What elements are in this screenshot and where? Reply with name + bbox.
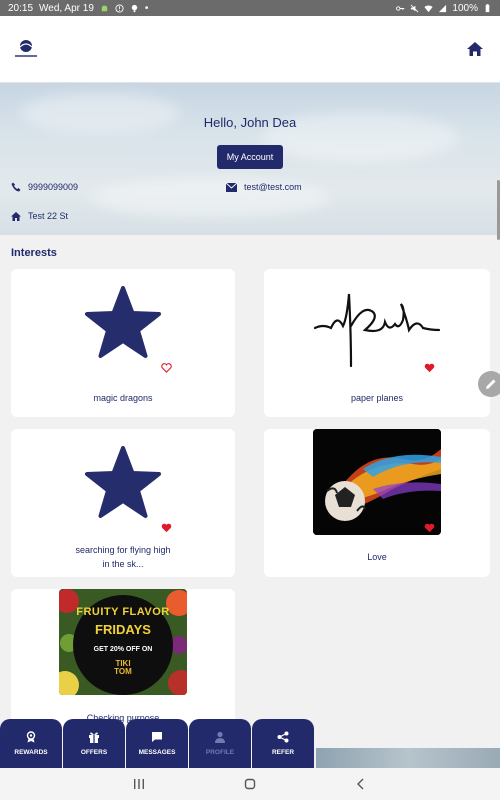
person-icon xyxy=(215,731,225,743)
bottom-background-strip xyxy=(316,748,500,768)
home-icon[interactable] xyxy=(466,41,484,57)
alert-icon xyxy=(115,3,124,13)
interest-card-love[interactable]: Love xyxy=(264,429,490,577)
phone-number: 9999099009 xyxy=(28,182,79,192)
star-image xyxy=(59,271,187,377)
my-account-button[interactable]: My Account xyxy=(217,145,283,169)
chat-icon xyxy=(152,732,162,742)
interest-label: magic dragons xyxy=(93,393,153,403)
signature-image xyxy=(313,271,441,377)
interest-card-paper-planes[interactable]: paper planes xyxy=(264,269,490,417)
system-nav-bar xyxy=(0,768,500,800)
address-row: Test 22 St xyxy=(11,211,68,221)
interest-label: Love xyxy=(367,552,387,562)
ribbon-icon xyxy=(26,731,36,743)
tab-rewards[interactable]: REWARDS xyxy=(0,719,62,768)
address-text: Test 22 St xyxy=(28,211,69,221)
star-image xyxy=(59,431,187,537)
brand-logo xyxy=(15,40,37,57)
tab-profile[interactable]: PROFILE xyxy=(189,719,251,768)
wifi-icon xyxy=(424,5,433,12)
home-address-icon xyxy=(11,211,21,221)
system-home-icon xyxy=(244,778,256,790)
heart-filled-icon[interactable] xyxy=(424,363,435,373)
interest-card-searching[interactable]: searching for flying high in the sk... xyxy=(11,429,235,577)
tab-label: REWARDS xyxy=(14,749,48,756)
phone-row: 9999099009 xyxy=(11,182,78,192)
status-date: Wed, Apr 19 xyxy=(39,2,94,14)
interest-card-magic-dragons[interactable]: magic dragons xyxy=(11,269,235,417)
dot-icon: • xyxy=(144,2,149,14)
heart-filled-icon[interactable] xyxy=(424,523,435,533)
heart-outline-icon[interactable] xyxy=(161,363,172,373)
signal-icon xyxy=(439,4,447,12)
tab-label: REFER xyxy=(271,749,295,756)
recent-apps-button[interactable] xyxy=(131,776,147,792)
tab-messages[interactable]: MESSAGES xyxy=(126,719,188,768)
profile-hero: Hello, John Dea My Account 9999099009 te… xyxy=(0,83,500,235)
edit-button[interactable] xyxy=(478,371,500,397)
phone-icon xyxy=(11,182,21,192)
status-time: 20:15 xyxy=(8,2,34,14)
share-icon xyxy=(277,731,289,743)
tab-offers[interactable]: OFFERS xyxy=(63,719,125,768)
battery-level: 100% xyxy=(452,2,478,14)
interest-label: searching for flying high in the sk... xyxy=(75,545,171,569)
android-icon xyxy=(101,5,108,11)
tab-refer[interactable]: REFER xyxy=(252,719,314,768)
interests-title: Interests xyxy=(11,247,57,259)
promo-text: FRUITY FLAVOR FRIDAYS GET 20% OFF ON TIK… xyxy=(76,606,170,677)
system-home-button[interactable] xyxy=(242,776,258,792)
heart-filled-icon[interactable] xyxy=(161,523,172,533)
interest-card-checking-purpose[interactable]: FRUITY FLAVOR FRIDAYS GET 20% OFF ON TIK… xyxy=(11,589,235,729)
greeting-text: Hello, John Dea xyxy=(203,115,297,130)
battery-icon xyxy=(485,3,490,12)
tab-label: OFFERS xyxy=(80,749,108,756)
mail-icon xyxy=(226,182,237,192)
fire-football-image xyxy=(313,429,441,535)
back-button[interactable] xyxy=(353,776,369,792)
interest-label: paper planes xyxy=(350,393,404,403)
promo-image: FRUITY FLAVOR FRIDAYS GET 20% OFF ON TIK… xyxy=(59,589,187,695)
app-header xyxy=(0,16,500,83)
back-icon xyxy=(357,778,364,790)
email-address: test@test.com xyxy=(244,182,302,192)
tab-label: PROFILE xyxy=(205,749,235,756)
mute-icon xyxy=(411,4,419,12)
tab-label: MESSAGES xyxy=(138,749,176,756)
status-bar: 20:15 Wed, Apr 19 • 100% xyxy=(0,0,500,16)
email-row: test@test.com xyxy=(226,182,302,192)
key-icon xyxy=(396,5,405,11)
bottom-nav: REWARDS OFFERS MESSAGES PROFILE REFER xyxy=(0,719,314,768)
gift-icon xyxy=(89,732,99,743)
recent-apps-icon xyxy=(134,779,144,789)
bulb-icon xyxy=(131,4,138,12)
pencil-icon xyxy=(486,379,496,389)
